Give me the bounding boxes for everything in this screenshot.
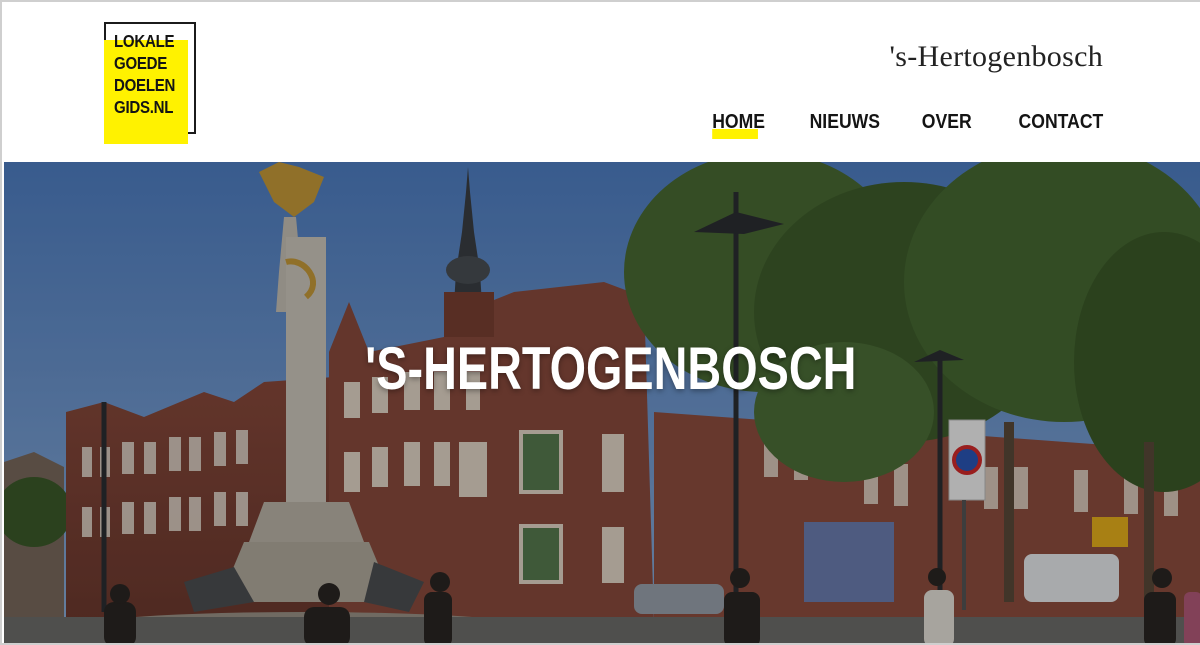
nav-item-over[interactable]: OVER [922, 111, 972, 141]
site-header: LOKALE GOEDE DOELEN GIDS.NL 's-Hertogenb… [2, 2, 1200, 162]
logo-line: GIDS.NL [114, 97, 174, 117]
hero-dark-overlay [4, 162, 1200, 643]
logo-text: LOKALE GOEDE DOELEN GIDS.NL [114, 30, 183, 118]
nav-item-home[interactable]: HOME [712, 111, 765, 141]
hero-title: 'S-HERTOGENBOSCH [365, 335, 857, 402]
hero-banner: 'S-HERTOGENBOSCH [4, 162, 1200, 643]
site-title: 's-Hertogenbosch [889, 40, 1103, 73]
logo-line: GOEDE [114, 53, 168, 73]
nav-item-label: CONTACT [1018, 111, 1103, 133]
site-logo[interactable]: LOKALE GOEDE DOELEN GIDS.NL [104, 22, 196, 144]
nav-item-nieuws[interactable]: NIEUWS [810, 111, 880, 141]
logo-line: DOELEN [114, 75, 176, 95]
nav-item-contact[interactable]: CONTACT [1018, 111, 1103, 141]
page-frame: LOKALE GOEDE DOELEN GIDS.NL 's-Hertogenb… [0, 0, 1200, 645]
nav-item-label: OVER [921, 111, 972, 133]
main-nav: HOME NIEUWS OVER CONTACT [705, 111, 1103, 141]
nav-item-label: HOME [712, 111, 766, 133]
nav-item-label: NIEUWS [809, 111, 881, 133]
logo-line: LOKALE [114, 31, 175, 51]
